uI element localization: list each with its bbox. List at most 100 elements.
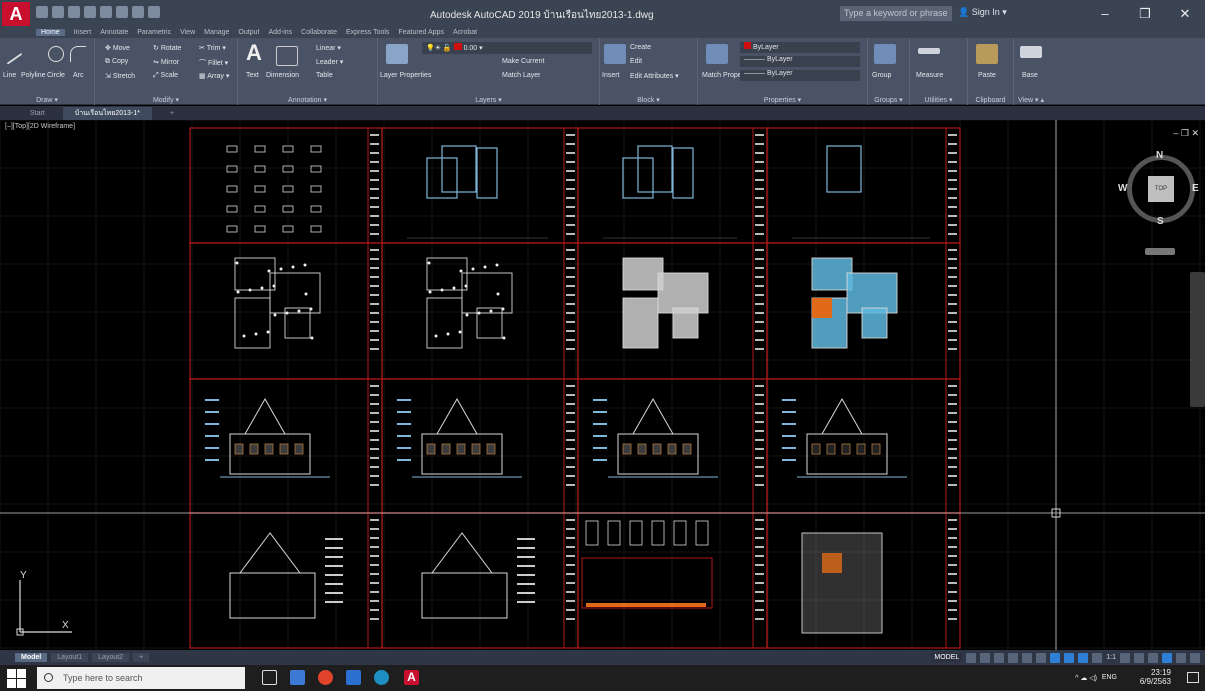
annotation-scale-value[interactable]: 1:1: [1106, 654, 1116, 661]
isolate-objects-icon[interactable]: [1148, 652, 1158, 663]
arc-tool[interactable]: Arc: [73, 72, 84, 79]
layer-properties-tool[interactable]: Layer Properties: [380, 72, 431, 79]
object-snap-tracking-icon[interactable]: [1036, 652, 1047, 663]
tab-manage[interactable]: Manage: [204, 29, 229, 36]
chrome-app-icon[interactable]: [318, 670, 333, 685]
measure-icon[interactable]: [918, 48, 940, 54]
annotation-panel-title[interactable]: Annotation ▾: [238, 96, 377, 104]
viewcube-top-face[interactable]: TOP: [1148, 176, 1174, 202]
match-layer-tool[interactable]: Match Layer: [502, 72, 541, 79]
insert-icon[interactable]: [604, 44, 626, 64]
paste-tool[interactable]: Paste: [978, 72, 996, 79]
line-tool[interactable]: Line: [3, 72, 16, 79]
add-layout-button[interactable]: +: [133, 653, 150, 662]
linear-tool[interactable]: Linear ▾: [316, 44, 341, 52]
layer-dropdown[interactable]: 💡☀ 🔓 0.00 ▾: [422, 42, 592, 54]
mirror-tool[interactable]: ⇋ Mirror: [153, 58, 179, 66]
array-tool[interactable]: ▦ Array ▾: [199, 72, 229, 80]
mail-app-icon[interactable]: [290, 670, 305, 685]
annotation-monitor-icon[interactable]: [1134, 652, 1144, 663]
auto-scale-icon[interactable]: [1078, 652, 1089, 663]
store-app-icon[interactable]: [346, 670, 361, 685]
viewport-controls-label[interactable]: [–][Top][2D Wireframe]: [5, 123, 75, 130]
drawing-tab[interactable]: บ้านเรือนไทย2013-1*: [62, 106, 152, 120]
lineweight-dropdown[interactable]: ——— ByLayer: [740, 70, 860, 81]
hardware-acceleration-icon[interactable]: [1162, 652, 1172, 663]
model-tab[interactable]: Model: [15, 653, 48, 662]
workspace-switch-icon[interactable]: [1120, 652, 1130, 663]
tab-insert[interactable]: Insert: [74, 29, 92, 36]
tab-home[interactable]: Home: [36, 29, 65, 36]
clean-screen-icon[interactable]: [1176, 652, 1186, 663]
tab-parametric[interactable]: Parametric: [137, 29, 171, 36]
edit-attributes-tool[interactable]: Edit Attributes ▾: [630, 72, 679, 80]
model-viewport[interactable]: [–][Top][2D Wireframe] – ❐ ✕ TOP N S E W…: [0, 120, 1205, 650]
sign-in-button[interactable]: 👤 Sign In ▾: [958, 7, 1007, 18]
dimension-tool[interactable]: Dimension: [266, 72, 299, 79]
arc-icon[interactable]: [70, 46, 86, 62]
tab-collaborate[interactable]: Collaborate: [301, 29, 337, 36]
text-icon[interactable]: A: [246, 40, 262, 66]
close-button[interactable]: ✕: [1165, 0, 1205, 27]
layers-panel-title[interactable]: Layers ▾: [378, 96, 599, 104]
table-tool[interactable]: Table: [316, 72, 333, 79]
wcs-menu-button[interactable]: [1145, 248, 1175, 255]
block-panel-title[interactable]: Block ▾: [600, 96, 697, 104]
measure-tool[interactable]: Measure: [916, 72, 943, 79]
rotate-tool[interactable]: ↻ Rotate: [153, 44, 181, 52]
insert-tool[interactable]: Insert: [602, 72, 620, 79]
utilities-panel-title[interactable]: Utilities ▾: [910, 96, 967, 104]
layer-properties-icon[interactable]: [386, 44, 408, 64]
grid-icon[interactable]: [966, 652, 977, 663]
move-tool[interactable]: ✥ Move: [105, 44, 130, 52]
make-current-tool[interactable]: Make Current: [502, 58, 544, 65]
polyline-tool[interactable]: Polyline: [21, 72, 46, 79]
autocad-logo-button[interactable]: A: [2, 2, 30, 26]
scale-tool[interactable]: ⤢ Scale: [153, 72, 178, 80]
taskbar-clock[interactable]: 23:19 6/9/2563: [1140, 668, 1171, 686]
layout1-tab[interactable]: Layout1: [51, 653, 89, 662]
dimension-icon[interactable]: [276, 46, 298, 66]
tab-express-tools[interactable]: Express Tools: [346, 29, 389, 36]
group-tool[interactable]: Group: [872, 72, 891, 79]
draw-panel-title[interactable]: Draw ▾: [0, 96, 94, 104]
tab-featured-apps[interactable]: Featured Apps: [398, 29, 444, 36]
text-tool[interactable]: Text: [246, 72, 259, 79]
annotation-scale-icon[interactable]: [1092, 652, 1103, 663]
fillet-tool[interactable]: ⌒ Fillet ▾: [199, 58, 228, 68]
action-center-icon[interactable]: [1187, 672, 1199, 683]
navigation-bar[interactable]: [1190, 272, 1205, 407]
leader-tool[interactable]: Leader ▾: [316, 58, 343, 66]
tab-acrobat[interactable]: Acrobat: [453, 29, 477, 36]
view-panel-title[interactable]: View ▾ ▴: [1014, 96, 1048, 104]
layout2-tab[interactable]: Layout2: [92, 653, 130, 662]
tab-view[interactable]: View: [180, 29, 195, 36]
circle-tool[interactable]: Circle: [47, 72, 65, 79]
circle-icon[interactable]: [48, 46, 64, 62]
isodraft-icon[interactable]: [1022, 652, 1033, 663]
minimize-button[interactable]: –: [1085, 0, 1125, 27]
windows-start-button[interactable]: [5, 667, 27, 689]
base-icon[interactable]: [1020, 46, 1042, 58]
tab-add-ins[interactable]: Add-ins: [268, 29, 292, 36]
viewcube[interactable]: TOP N S E W: [1118, 150, 1200, 228]
edge-app-icon[interactable]: [374, 670, 389, 685]
object-snap-icon[interactable]: [1050, 652, 1061, 663]
keyword-search-input[interactable]: Type a keyword or phrase: [840, 6, 952, 21]
line-icon[interactable]: [5, 51, 23, 65]
trim-tool[interactable]: ✂ Trim ▾: [199, 44, 226, 52]
redo-icon[interactable]: [132, 6, 144, 18]
match-properties-icon[interactable]: [706, 44, 728, 64]
tab-output[interactable]: Output: [238, 29, 259, 36]
copy-tool[interactable]: ⧉ Copy: [105, 58, 128, 66]
save-icon[interactable]: [68, 6, 80, 18]
create-block-tool[interactable]: Create: [630, 44, 651, 51]
model-space-button[interactable]: MODEL: [931, 653, 963, 662]
customization-icon[interactable]: [1190, 652, 1200, 663]
tab-annotate[interactable]: Annotate: [100, 29, 128, 36]
annotation-visibility-icon[interactable]: [1064, 652, 1075, 663]
taskbar-search-box[interactable]: Type here to search: [37, 667, 245, 689]
new-icon[interactable]: [36, 6, 48, 18]
group-icon[interactable]: [874, 44, 896, 64]
open-icon[interactable]: [52, 6, 64, 18]
